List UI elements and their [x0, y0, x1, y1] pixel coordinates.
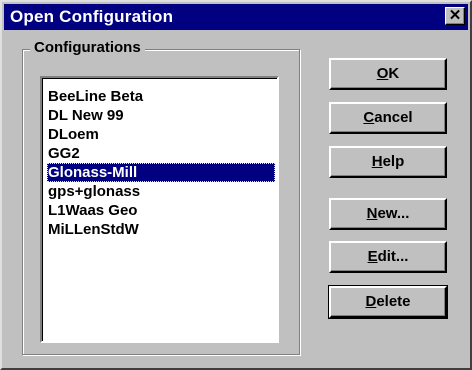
list-item[interactable]: BeeLine Beta [47, 87, 275, 106]
new-mnemonic: N [366, 205, 378, 222]
list-item[interactable]: gps+glonass [47, 182, 275, 201]
cancel-mnemonic: C [363, 109, 375, 126]
close-icon: ✕ [448, 7, 462, 24]
configurations-group-label: Configurations [30, 39, 145, 56]
edit-button[interactable]: Edit... [329, 241, 447, 273]
ok-button[interactable]: OK [329, 58, 447, 90]
open-configuration-dialog: Open Configuration ✕ Configurations BeeL… [0, 0, 472, 370]
title-bar[interactable]: Open Configuration ✕ [4, 4, 468, 30]
delete-mnemonic: D [365, 293, 377, 310]
help-button[interactable]: Help [329, 146, 447, 178]
help-label: elp [382, 153, 405, 170]
edit-label: dit... [377, 248, 409, 265]
new-label: ew... [377, 205, 410, 222]
help-mnemonic: H [371, 153, 383, 170]
configurations-listbox[interactable]: BeeLine Beta DL New 99 DLoem GG2 Glonass… [40, 76, 279, 343]
new-button[interactable]: New... [329, 198, 447, 230]
window-title: Open Configuration [10, 7, 174, 26]
list-item[interactable]: DLoem [47, 125, 275, 144]
ok-mnemonic: O [376, 65, 389, 82]
edit-mnemonic: E [367, 248, 378, 265]
close-button[interactable]: ✕ [445, 7, 465, 25]
cancel-label: ancel [374, 109, 413, 126]
list-item[interactable]: MiLLenStdW [47, 220, 275, 239]
list-item[interactable]: L1Waas Geo [47, 201, 275, 220]
delete-button[interactable]: Delete [328, 285, 448, 319]
ok-label: K [388, 65, 400, 82]
delete-label: elete [376, 293, 411, 310]
list-item[interactable]: DL New 99 [47, 106, 275, 125]
cancel-button[interactable]: Cancel [329, 102, 447, 134]
list-item-selected[interactable]: Glonass-Mill [47, 163, 275, 182]
list-item[interactable]: GG2 [47, 144, 275, 163]
